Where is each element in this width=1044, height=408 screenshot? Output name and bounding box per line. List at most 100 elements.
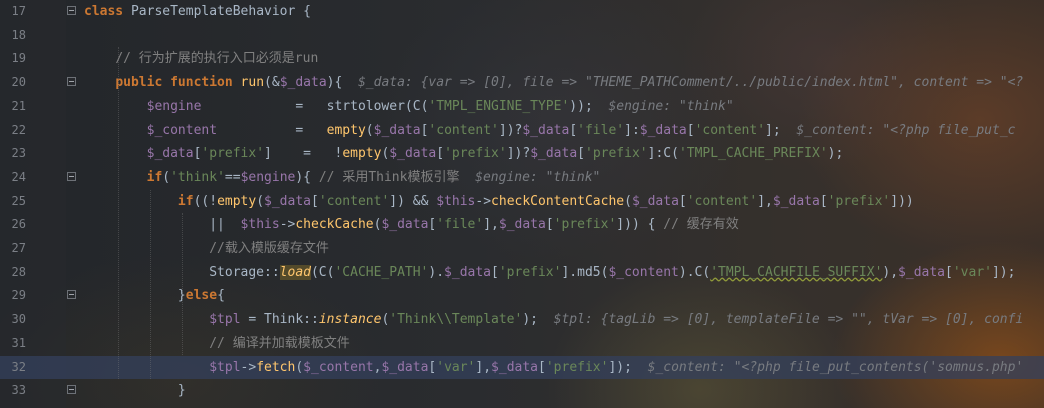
line-number: 26 (11, 217, 26, 232)
code-text: // 行为扩展的执行入口必须是run (84, 47, 318, 71)
code-token: // 行为扩展的执行入口必须是run (115, 51, 319, 67)
code-token: ])) (890, 193, 914, 209)
code-token: ).C( (678, 264, 711, 280)
code-token: ])) { (616, 217, 664, 233)
current-code-line[interactable]: 32 $tpl->fetch($_content,$_data['var'],$… (0, 355, 1044, 380)
code-line[interactable]: 31 // 编译并加载模板文件 (0, 332, 1044, 356)
code-token: -> (240, 359, 257, 375)
code-token: 'prefix' (585, 146, 648, 162)
code-token: checkContentCache (491, 193, 625, 209)
code-line[interactable]: 27 //载入模版缓存文件 (0, 237, 1044, 261)
code-line[interactable]: 26 || $this->checkCache($_data['file'],$… (0, 213, 1044, 237)
code-token: $_content (303, 359, 374, 375)
fold-toggle-icon[interactable] (67, 6, 76, 15)
code-token: load (279, 264, 311, 280)
line-number: 29 (11, 288, 26, 303)
code-token: = strtolower(C( (201, 98, 429, 114)
code-line[interactable]: 23 $_data['prefix'] = !empty($_data['pre… (0, 142, 1044, 166)
code-token: $engine (146, 98, 202, 114)
code-token: = Think:: (240, 312, 319, 328)
line-number: 25 (11, 193, 26, 208)
line-number: 20 (11, 75, 26, 90)
code-token: [ (538, 359, 546, 375)
code-text: $_data['prefix'] = !empty($_data['prefix… (84, 142, 844, 166)
line-number: 31 (11, 335, 26, 350)
code-line[interactable]: 22 $_content = empty($_data['content'])?… (0, 119, 1044, 143)
code-line[interactable]: 17 class ParseTemplateBehavior { (0, 0, 1044, 24)
code-token: empty (217, 193, 257, 209)
code-line[interactable]: 30 $tpl = Think::instance('Think\\Templa… (0, 308, 1044, 332)
code-token: empty (326, 122, 366, 138)
code-token: $_data (530, 146, 578, 162)
code-token: 'prefix' (444, 146, 507, 162)
line-number: 30 (11, 312, 26, 327)
code-text: $tpl = Think::instance('Think\\Template'… (84, 308, 1023, 332)
code-token: [ (436, 146, 445, 162)
line-number: 32 (11, 359, 26, 374)
code-token: ]); (608, 359, 648, 375)
code-text: if((!empty($_data['content']) && $this->… (84, 190, 914, 214)
code-token: $_content: "<?php file_put_contents('som… (647, 359, 1024, 375)
code-token: empty (342, 146, 382, 162)
code-token: ( (365, 122, 374, 138)
indent-guide (118, 47, 119, 380)
fold-toggle-icon[interactable] (67, 77, 76, 87)
code-token: ); (827, 146, 844, 162)
line-number: 23 (11, 146, 26, 161)
indent-guide (182, 213, 183, 356)
code-token: $engine: "think" (608, 98, 734, 114)
indent-guide (150, 189, 151, 380)
code-token: { (217, 288, 225, 304)
code-line[interactable]: 33 } (0, 379, 1044, 403)
code-token: run (240, 75, 265, 91)
code-token: $engine (240, 169, 296, 185)
fold-toggle-icon[interactable] (67, 171, 76, 181)
line-number: 21 (11, 98, 26, 113)
code-line[interactable]: 24 if('think'==$engine){ // 采用Think模板引擎 … (0, 166, 1044, 190)
code-token: ], (757, 193, 773, 209)
code-text: public function run(&$_data){ $_data: {v… (84, 71, 1023, 95)
code-line[interactable]: 28 Storage::load(C('CACHE_PATH').$_data[… (0, 261, 1044, 285)
code-token: checkCache (295, 217, 374, 233)
code-editor[interactable]: 17 class ParseTemplateBehavior {18 19 // 行… (0, 0, 1044, 408)
code-token: [ (819, 193, 828, 209)
code-token: ]: (624, 122, 640, 138)
code-token: ( (624, 193, 632, 209)
code-token: $this (436, 193, 476, 209)
code-token: ]) && (389, 193, 437, 209)
code-text: $_content = empty($_data['content'])?$_d… (84, 119, 1016, 143)
code-line[interactable]: 19 // 行为扩展的执行入口必须是run (0, 47, 1044, 71)
fold-toggle-icon[interactable] (67, 385, 76, 395)
code-token: // 编译并加载模板文件 (209, 335, 350, 351)
code-token: 'content' (694, 122, 766, 138)
code-token: } (84, 383, 186, 399)
fold-toggle-icon[interactable] (67, 290, 76, 300)
code-token: $_data (491, 359, 539, 375)
code-token: ])? (506, 146, 531, 162)
code-line[interactable]: 21 $engine = strtolower(C('TMPL_ENGINE_T… (0, 95, 1044, 119)
code-token: $_data (444, 264, 492, 280)
code-token: ])? (498, 122, 523, 138)
code-token: 'prefix' (545, 359, 609, 375)
code-token: ). (428, 264, 445, 280)
code-token: } (84, 288, 186, 304)
code-token: 'TMPL_CACHE_PREFIX' (678, 146, 828, 162)
code-token: $tpl (209, 312, 241, 328)
code-token: if (177, 193, 194, 209)
code-token: 'prefix' (498, 264, 562, 280)
code-line[interactable]: 20 public function run(&$_data){ $_data:… (0, 71, 1044, 95)
code-token: )); (569, 98, 609, 114)
line-number: 19 (11, 51, 26, 66)
code-token: //载入模版缓存文件 (209, 241, 329, 256)
code-token: instance (318, 312, 382, 328)
code-token: ); (522, 312, 554, 328)
code-line[interactable]: 18 (0, 24, 1044, 48)
code-line[interactable]: 29 }else{ (0, 284, 1044, 308)
code-line[interactable]: 25 if((!empty($_data['content']) && $thi… (0, 190, 1044, 214)
code-token: [ (686, 122, 695, 138)
